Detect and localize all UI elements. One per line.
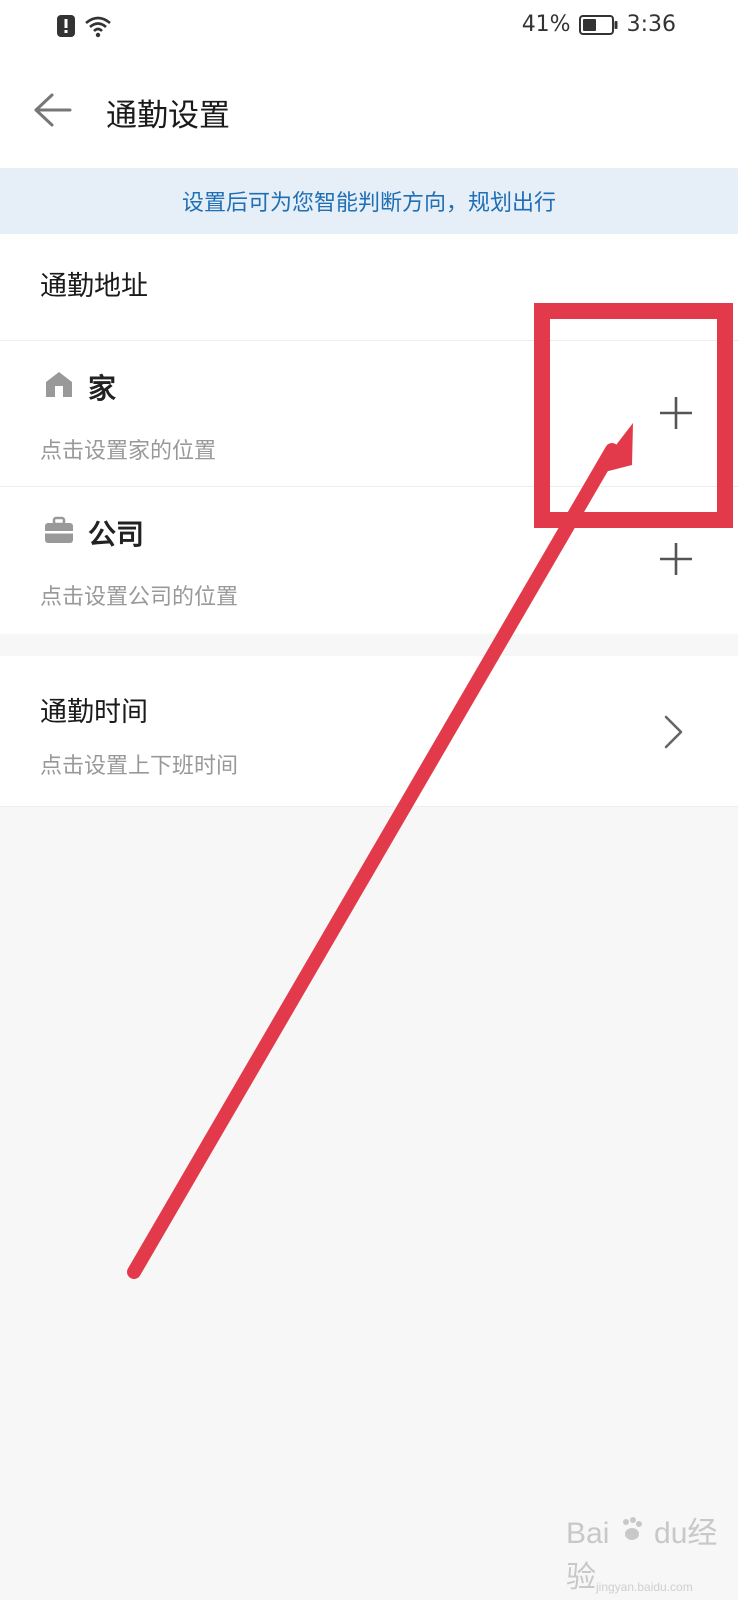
plus-icon [656,397,696,437]
back-arrow-icon [32,92,72,132]
info-banner-text: 设置后可为您智能判断方向，规划出行 [181,191,556,216]
page-title: 通勤设置 [106,98,230,134]
briefcase-icon [44,516,74,551]
chevron-right-icon [660,714,686,750]
plus-icon [656,543,696,583]
home-address-row[interactable]: 家 点击设置家的位置 [0,340,738,487]
back-button[interactable] [28,88,76,136]
commute-time-subtitle: 点击设置上下班时间 [40,754,239,779]
work-title: 公司 [44,513,144,553]
home-subtitle: 点击设置家的位置 [40,439,217,464]
commute-address-header: 通勤地址 [40,271,148,302]
work-address-row[interactable]: 公司 点击设置公司的位置 [0,486,738,633]
commute-address-section: 通勤地址 家 点击设置家的位置 公司 点击设置公司的位置 [0,234,738,634]
top-area: 41% 3:36 通勤设置 [0,0,738,168]
status-icons-left [56,14,112,42]
home-icon [44,370,74,405]
status-icons-right: 41% 3:36 [522,12,676,37]
work-label: 公司 [88,518,145,551]
status-bar: 41% 3:36 [0,0,738,56]
commute-time-title: 通勤时间 [40,697,148,728]
battery-percent: 41% [521,12,571,37]
add-home-button[interactable] [656,393,696,433]
alert-icon [56,14,76,42]
home-label: 家 [88,372,117,405]
info-banner: 设置后可为您智能判断方向，规划出行 [0,168,738,234]
status-time: 3:36 [626,12,676,37]
home-title: 家 [44,367,116,407]
commute-time-row[interactable]: 通勤时间 点击设置上下班时间 [0,656,738,807]
work-subtitle: 点击设置公司的位置 [40,585,239,610]
battery-icon [578,14,619,36]
add-work-button[interactable] [656,539,696,579]
wifi-icon [84,14,112,42]
watermark-brand: Bai [566,1517,610,1550]
paw-icon [609,1517,654,1550]
watermark-brand2: du [654,1517,688,1550]
watermark-url: jingyan.baidu.com [596,1580,693,1594]
title-bar: 通勤设置 [0,70,738,160]
